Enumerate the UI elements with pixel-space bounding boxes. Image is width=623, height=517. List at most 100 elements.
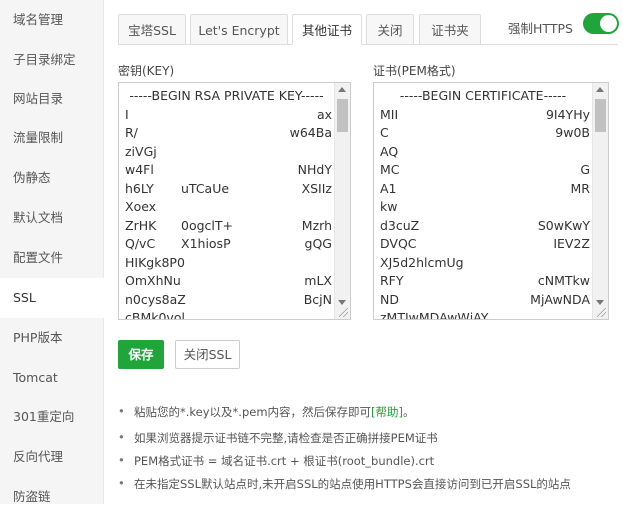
key-line-text: -----BEGIN RSA PRIVATE KEY----- bbox=[129, 88, 324, 103]
key-line-fragment: NHdY bbox=[297, 162, 332, 177]
cert-textarea[interactable]: -----BEGIN CERTIFICATE----- MII 9I4YHy C 9w0… bbox=[373, 82, 609, 320]
cert-line: MC G bbox=[374, 161, 592, 180]
cert-label: 证书(PEM格式) bbox=[373, 64, 456, 78]
tab-cert-folder[interactable]: 证书夹 bbox=[419, 14, 481, 45]
resize-grip-icon[interactable] bbox=[597, 308, 606, 317]
cert-line: -----BEGIN CERTIFICATE----- bbox=[374, 87, 592, 106]
key-line-text: h6LY bbox=[125, 180, 154, 196]
cert-line-fragment: G bbox=[580, 162, 590, 177]
cert-line-text: AQ bbox=[380, 143, 399, 159]
cert-line-text: XJ5d2hlcmUg bbox=[380, 254, 464, 270]
cert-line-fragment: MjAwNDA bbox=[530, 291, 590, 307]
sidebar-item-hotlink[interactable]: 防盗链 bbox=[0, 477, 103, 517]
cert-line-text: MII bbox=[380, 106, 399, 122]
key-line: w4Fl NHdY bbox=[119, 161, 334, 180]
sidebar-item-site-dir[interactable]: 网站目录 bbox=[0, 79, 103, 119]
scroll-up-icon[interactable] bbox=[338, 87, 346, 92]
sidebar-item-php[interactable]: PHP版本 bbox=[0, 318, 103, 358]
cert-line-fragment: S0wKwY bbox=[537, 217, 590, 233]
key-line-text: I bbox=[125, 106, 129, 122]
cert-line-text: MC bbox=[380, 162, 400, 177]
cert-line-text: zMTIwMDAwWjAY bbox=[380, 310, 489, 320]
key-line-text: n0cys8aZ bbox=[125, 291, 186, 307]
sidebar-item-proxy[interactable]: 反向代理 bbox=[0, 437, 103, 477]
sidebar-item-ssl[interactable]: SSL bbox=[0, 278, 104, 318]
cert-line: C 9w0B bbox=[374, 124, 592, 143]
cert-line-text: kw bbox=[380, 199, 398, 214]
cert-line-fragment: IEV2Z bbox=[553, 236, 590, 251]
sidebar-item-config[interactable]: 配置文件 bbox=[0, 238, 103, 278]
key-line-text: cBMk0vol bbox=[125, 310, 185, 320]
key-label: 密钥(KEY) bbox=[118, 64, 175, 78]
cert-line: A1 MR bbox=[374, 180, 592, 199]
key-line: ziVGj bbox=[119, 143, 334, 162]
key-line-fragment: ax bbox=[316, 106, 332, 122]
tab-lets-encrypt[interactable]: Let's Encrypt bbox=[190, 14, 288, 45]
key-line-text: OmXhNu bbox=[125, 273, 181, 288]
key-line-text: ziVGj bbox=[125, 143, 157, 159]
key-line-text: R/ bbox=[125, 125, 138, 140]
cert-content: -----BEGIN CERTIFICATE----- MII 9I4YHy C 9w0… bbox=[374, 87, 592, 320]
key-line: Iax bbox=[119, 106, 334, 125]
scroll-down-icon[interactable] bbox=[338, 300, 346, 305]
key-line: ZrHK 0ogclT+ Mzrh bbox=[119, 217, 334, 236]
force-https-toggle[interactable] bbox=[583, 13, 619, 34]
tip-item: PEM格式证书 = 域名证书.crt + 根证书(root_bundle).cr… bbox=[118, 453, 434, 469]
key-line-fragment: w64Ba bbox=[289, 125, 332, 140]
key-line: Q/vC X1hiosP gQG bbox=[119, 235, 334, 254]
tip-text: 粘贴您的*.key以及*.pem内容，然后保存即可 bbox=[134, 405, 372, 419]
sidebar-item-default-doc[interactable]: 默认文档 bbox=[0, 198, 103, 238]
toggle-knob bbox=[600, 15, 617, 32]
key-line-text: ZrHK bbox=[125, 217, 157, 233]
key-line: cBMk0vol bbox=[119, 309, 334, 320]
scroll-down-icon[interactable] bbox=[596, 300, 604, 305]
sidebar-item-rewrite[interactable]: 伪静态 bbox=[0, 158, 103, 198]
key-line-fragment: Mzrh bbox=[301, 217, 332, 233]
sidebar-item-subdir[interactable]: 子目录绑定 bbox=[0, 40, 103, 80]
key-line-text: HIKgk8P0 bbox=[125, 254, 185, 270]
cert-line-fragment: MR bbox=[570, 180, 590, 196]
cert-line: zMTIwMDAwWjAY bbox=[374, 309, 592, 320]
key-line-fragment: X1hiosP bbox=[181, 236, 231, 251]
cert-line-text: A1 bbox=[380, 180, 397, 196]
cert-line-fragment: 9w0B bbox=[555, 125, 590, 140]
cert-scrollbar[interactable] bbox=[592, 83, 608, 319]
key-line-text: Xoex bbox=[125, 199, 157, 214]
save-button[interactable]: 保存 bbox=[118, 340, 164, 369]
cert-line-fragment: cNMTkw bbox=[537, 273, 590, 288]
cert-line: MII 9I4YHy bbox=[374, 106, 592, 125]
tab-bt-ssl[interactable]: 宝塔SSL bbox=[118, 14, 186, 45]
cert-line-text: -----BEGIN CERTIFICATE----- bbox=[399, 88, 567, 103]
key-line: HIKgk8P0 bbox=[119, 254, 334, 273]
key-textarea[interactable]: -----BEGIN RSA PRIVATE KEY----- Iax R/w64B… bbox=[118, 82, 351, 320]
tip-text: 如果浏览器提示证书链不完整,请检查是否正确拼接PEM证书 bbox=[134, 431, 438, 445]
sidebar-item-redirect[interactable]: 301重定向 bbox=[0, 397, 103, 437]
scroll-thumb[interactable] bbox=[337, 99, 348, 132]
key-line-fragment: XSIIz bbox=[301, 180, 332, 196]
cert-line: AQ bbox=[374, 143, 592, 162]
cert-line: ND MjAwNDA bbox=[374, 291, 592, 310]
tab-other-cert[interactable]: 其他证书 bbox=[292, 14, 362, 45]
tip-item: 如果浏览器提示证书链不完整,请检查是否正确拼接PEM证书 bbox=[118, 430, 438, 446]
sidebar-item-domain[interactable]: 域名管理 bbox=[0, 0, 103, 40]
key-line-fragment: gQG bbox=[304, 236, 332, 251]
close-ssl-button[interactable]: 关闭SSL bbox=[175, 340, 240, 369]
cert-line: XJ5d2hlcmUg bbox=[374, 254, 592, 273]
tip-text: 在未指定SSL默认站点时,未开启SSL的站点使用HTTPS会直接访问到已开启SS… bbox=[134, 477, 571, 491]
sidebar-item-tomcat[interactable]: Tomcat bbox=[0, 358, 103, 398]
scroll-thumb[interactable] bbox=[595, 99, 606, 132]
key-scrollbar[interactable] bbox=[334, 83, 350, 319]
resize-grip-icon[interactable] bbox=[339, 308, 348, 317]
scroll-up-icon[interactable] bbox=[596, 87, 604, 92]
help-link[interactable]: [帮助] bbox=[371, 405, 403, 419]
key-content: -----BEGIN RSA PRIVATE KEY----- Iax R/w64B… bbox=[119, 87, 334, 320]
tip-item: 粘贴您的*.key以及*.pem内容，然后保存即可[帮助]。 bbox=[118, 404, 415, 420]
key-line: R/w64Ba bbox=[119, 124, 334, 143]
key-line-text: w4Fl bbox=[125, 162, 154, 177]
cert-line: DVQC IEV2Z bbox=[374, 235, 592, 254]
tab-close[interactable]: 关闭 bbox=[366, 14, 414, 45]
sidebar-item-traffic[interactable]: 流量限制 bbox=[0, 118, 103, 158]
cert-line-text: RFY bbox=[380, 273, 404, 288]
key-line-text: Q/vC bbox=[125, 236, 156, 251]
key-line-fragment: BcjN bbox=[303, 291, 332, 307]
